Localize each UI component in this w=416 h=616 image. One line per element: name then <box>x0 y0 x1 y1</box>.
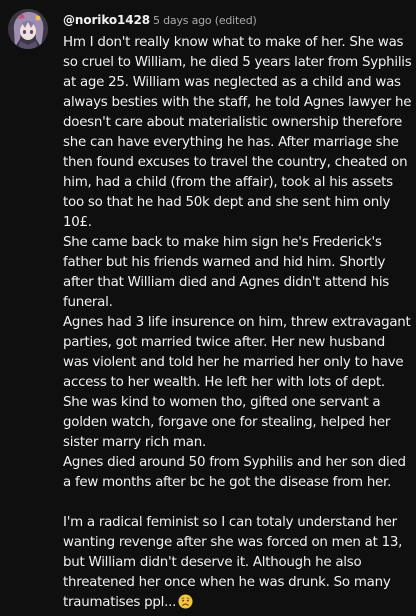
comment-paragraph-text: I'm a radical feminist so I can totaly u… <box>63 515 403 610</box>
comment: @noriko1428 5 days ago (edited) Hm I don'… <box>0 0 416 610</box>
worried-face-emoji-icon <box>178 594 193 616</box>
comment-body: Hm I don't really know what to make of h… <box>63 33 413 616</box>
author-name[interactable]: @noriko1428 <box>63 13 150 27</box>
avatar[interactable] <box>8 9 48 49</box>
comment-timestamp[interactable]: 5 days ago (edited) <box>153 14 257 27</box>
comment-header: @noriko1428 5 days ago (edited) <box>63 10 257 28</box>
comment-paragraph-last: I'm a radical feminist so I can totaly u… <box>63 513 413 616</box>
anime-character-avatar-icon <box>8 9 48 49</box>
comment-paragraph: Hm I don't really know what to make of h… <box>63 35 412 490</box>
